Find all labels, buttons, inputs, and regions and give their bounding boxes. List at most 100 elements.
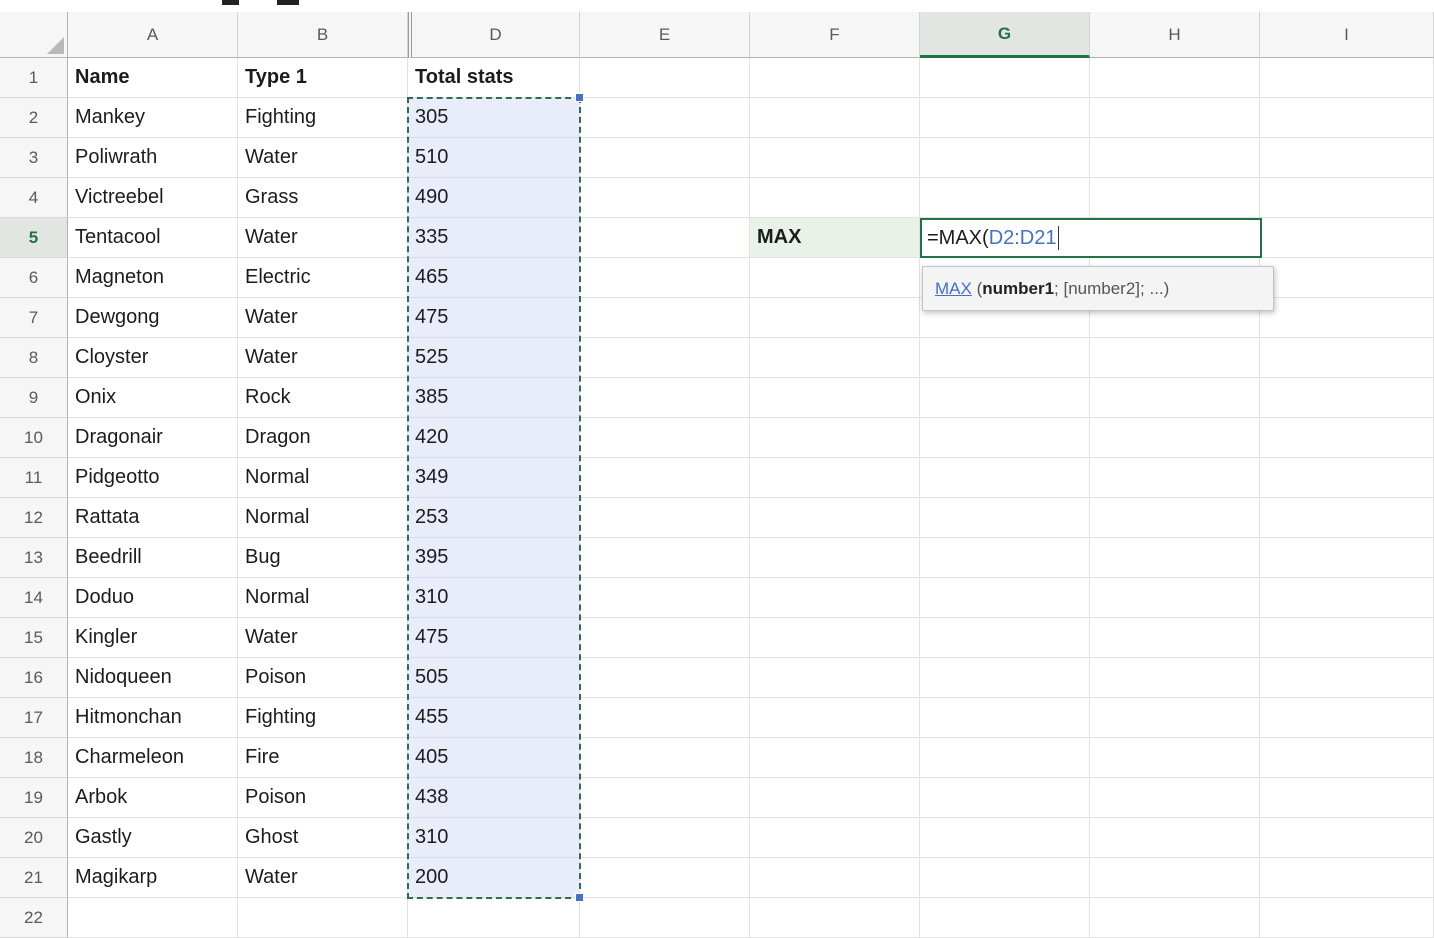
cell-D14[interactable]: 310 <box>408 578 580 618</box>
cell-A16[interactable]: Nidoqueen <box>68 658 238 698</box>
range-handle-bottom-right[interactable] <box>575 893 584 902</box>
cell-G20[interactable] <box>920 818 1090 858</box>
cell-H17[interactable] <box>1090 698 1260 738</box>
cell-D9[interactable]: 385 <box>408 378 580 418</box>
cell-F11[interactable] <box>750 458 920 498</box>
cell-G18[interactable] <box>920 738 1090 778</box>
cell-I18[interactable] <box>1260 738 1434 778</box>
cell-H22[interactable] <box>1090 898 1260 938</box>
cell-H1[interactable] <box>1090 58 1260 98</box>
cell-H21[interactable] <box>1090 858 1260 898</box>
cell-F19[interactable] <box>750 778 920 818</box>
cell-D10[interactable]: 420 <box>408 418 580 458</box>
cell-E8[interactable] <box>580 338 750 378</box>
cell-I4[interactable] <box>1260 178 1434 218</box>
cell-D19[interactable]: 438 <box>408 778 580 818</box>
cell-I16[interactable] <box>1260 658 1434 698</box>
cell-E15[interactable] <box>580 618 750 658</box>
column-header-b[interactable]: B <box>238 12 408 58</box>
cell-A17[interactable]: Hitmonchan <box>68 698 238 738</box>
cell-G17[interactable] <box>920 698 1090 738</box>
cell-H9[interactable] <box>1090 378 1260 418</box>
cell-G2[interactable] <box>920 98 1090 138</box>
cell-D18[interactable]: 405 <box>408 738 580 778</box>
cell-F4[interactable] <box>750 178 920 218</box>
cell-E3[interactable] <box>580 138 750 178</box>
cell-B5[interactable]: Water <box>238 218 408 258</box>
cell-B9[interactable]: Rock <box>238 378 408 418</box>
cell-A8[interactable]: Cloyster <box>68 338 238 378</box>
cell-A11[interactable]: Pidgeotto <box>68 458 238 498</box>
cell-F13[interactable] <box>750 538 920 578</box>
cell-B13[interactable]: Bug <box>238 538 408 578</box>
cell-I17[interactable] <box>1260 698 1434 738</box>
cell-G22[interactable] <box>920 898 1090 938</box>
cell-I9[interactable] <box>1260 378 1434 418</box>
cell-H2[interactable] <box>1090 98 1260 138</box>
cell-B6[interactable]: Electric <box>238 258 408 298</box>
cell-I2[interactable] <box>1260 98 1434 138</box>
column-header-a[interactable]: A <box>68 12 238 58</box>
select-all-button[interactable] <box>0 12 68 58</box>
cell-B8[interactable]: Water <box>238 338 408 378</box>
cell-E7[interactable] <box>580 298 750 338</box>
cell-F18[interactable] <box>750 738 920 778</box>
cell-G4[interactable] <box>920 178 1090 218</box>
cell-A10[interactable]: Dragonair <box>68 418 238 458</box>
row-header-7[interactable]: 7 <box>0 298 68 338</box>
row-header-13[interactable]: 13 <box>0 538 68 578</box>
cell-A4[interactable]: Victreebel <box>68 178 238 218</box>
cell-A13[interactable]: Beedrill <box>68 538 238 578</box>
cell-F6[interactable] <box>750 258 920 298</box>
cell-G16[interactable] <box>920 658 1090 698</box>
cell-H3[interactable] <box>1090 138 1260 178</box>
cell-I7[interactable] <box>1260 298 1434 338</box>
cell-B19[interactable]: Poison <box>238 778 408 818</box>
cell-F17[interactable] <box>750 698 920 738</box>
cell-E1[interactable] <box>580 58 750 98</box>
cell-G13[interactable] <box>920 538 1090 578</box>
row-header-1[interactable]: 1 <box>0 58 68 98</box>
cell-H19[interactable] <box>1090 778 1260 818</box>
cell-I21[interactable] <box>1260 858 1434 898</box>
cell-E11[interactable] <box>580 458 750 498</box>
cell-I12[interactable] <box>1260 498 1434 538</box>
cell-E6[interactable] <box>580 258 750 298</box>
cell-D15[interactable]: 475 <box>408 618 580 658</box>
cell-D13[interactable]: 395 <box>408 538 580 578</box>
cell-I5[interactable] <box>1260 218 1434 258</box>
row-header-9[interactable]: 9 <box>0 378 68 418</box>
cell-F21[interactable] <box>750 858 920 898</box>
cell-F7[interactable] <box>750 298 920 338</box>
cell-B12[interactable]: Normal <box>238 498 408 538</box>
cell-A15[interactable]: Kingler <box>68 618 238 658</box>
cell-G15[interactable] <box>920 618 1090 658</box>
cell-E16[interactable] <box>580 658 750 698</box>
column-header-h[interactable]: H <box>1090 12 1260 58</box>
cell-G1[interactable] <box>920 58 1090 98</box>
cell-D12[interactable]: 253 <box>408 498 580 538</box>
range-handle-top-right[interactable] <box>575 93 584 102</box>
cell-A20[interactable]: Gastly <box>68 818 238 858</box>
cell-E9[interactable] <box>580 378 750 418</box>
cell-D3[interactable]: 510 <box>408 138 580 178</box>
cell-B3[interactable]: Water <box>238 138 408 178</box>
row-header-17[interactable]: 17 <box>0 698 68 738</box>
cell-B2[interactable]: Fighting <box>238 98 408 138</box>
cell-B22[interactable] <box>238 898 408 938</box>
cell-D7[interactable]: 475 <box>408 298 580 338</box>
cell-G9[interactable] <box>920 378 1090 418</box>
row-header-20[interactable]: 20 <box>0 818 68 858</box>
cell-H20[interactable] <box>1090 818 1260 858</box>
cell-A18[interactable]: Charmeleon <box>68 738 238 778</box>
cell-B21[interactable]: Water <box>238 858 408 898</box>
cell-D8[interactable]: 525 <box>408 338 580 378</box>
cell-E22[interactable] <box>580 898 750 938</box>
cell-F3[interactable] <box>750 138 920 178</box>
cell-E17[interactable] <box>580 698 750 738</box>
cell-F15[interactable] <box>750 618 920 658</box>
cell-H14[interactable] <box>1090 578 1260 618</box>
cell-G12[interactable] <box>920 498 1090 538</box>
cell-B4[interactable]: Grass <box>238 178 408 218</box>
row-header-22[interactable]: 22 <box>0 898 68 938</box>
